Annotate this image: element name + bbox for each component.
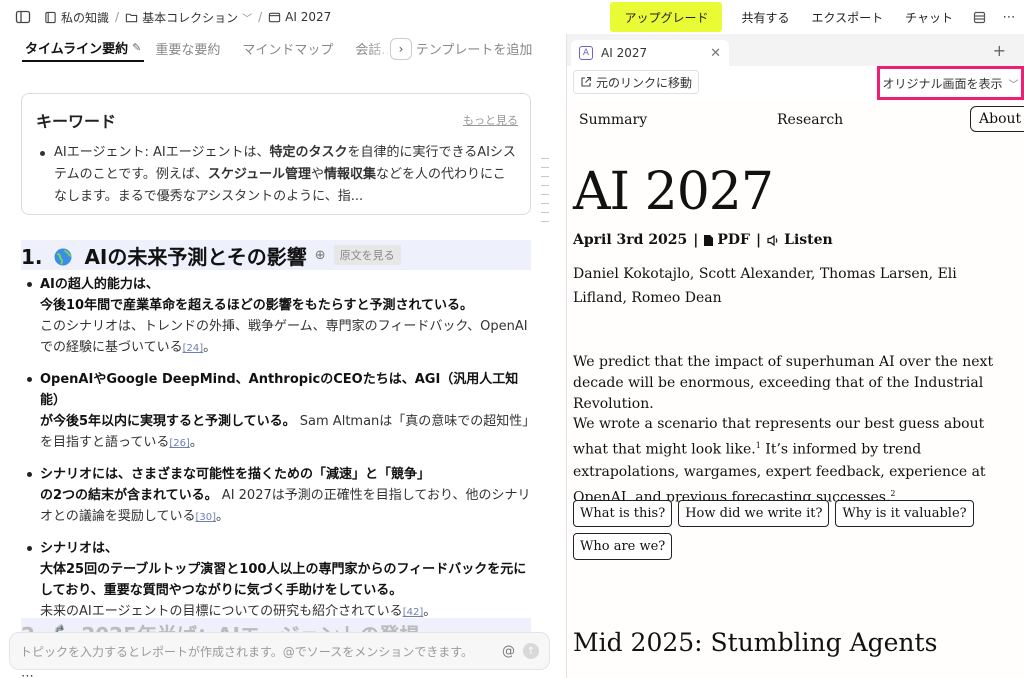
intro-paragraph-1: We predict that the impact of superhuman… bbox=[573, 354, 994, 412]
section-heading-1: 1. AIの未来予測とその影響 ⊕ 原文を見る bbox=[21, 240, 531, 270]
truncated-text: ⋯ bbox=[21, 671, 531, 678]
globe-icon bbox=[54, 248, 72, 265]
zoom-icon[interactable]: ⊕ bbox=[315, 248, 326, 263]
chevron-right-icon[interactable]: › bbox=[390, 38, 412, 60]
tab-key-summary[interactable]: 重要な要約 bbox=[144, 34, 231, 62]
top-actions: アップグレード 共有する エクスポート チャット ⋯ bbox=[610, 0, 1024, 34]
publish-date: April 3rd 2025 bbox=[573, 232, 688, 248]
close-icon[interactable]: ✕ bbox=[710, 46, 721, 61]
browser-tab-bar: A AI 2027 ✕ + bbox=[567, 34, 1024, 66]
outline-scroll-indicator[interactable] bbox=[541, 158, 551, 230]
view-original-dropdown[interactable]: オリジナル画面を表示 ﹀ bbox=[877, 66, 1024, 100]
document-icon bbox=[704, 234, 714, 246]
nav-research-link[interactable]: Research bbox=[777, 112, 843, 128]
sidebar-toggle-icon[interactable] bbox=[8, 2, 38, 32]
bullet-list: AIの超人的能力は、 今後10年間で産業革命を超えるほどの影響をもたらすと予測さ… bbox=[21, 274, 531, 633]
tab-timeline-summary[interactable]: タイムライン要約 ✎ bbox=[22, 34, 145, 62]
source-pane: A AI 2027 ✕ + 元のリンクに移動 オリジナル画面を表示 ﹀ Summ… bbox=[566, 34, 1024, 678]
tabs-fade bbox=[370, 34, 392, 62]
go-to-link-button[interactable]: 元のリンクに移動 bbox=[573, 70, 700, 94]
layout-icon[interactable] bbox=[964, 2, 994, 32]
nav-summary-link[interactable]: Summary bbox=[579, 112, 647, 128]
why-valuable-button[interactable]: Why is it valuable? bbox=[835, 500, 974, 527]
share-button[interactable]: 共有する bbox=[730, 9, 800, 26]
citation-link[interactable]: [30] bbox=[195, 512, 216, 523]
breadcrumb-document[interactable]: AI 2027 bbox=[268, 10, 331, 24]
footnote-link[interactable]: 2 bbox=[890, 489, 895, 498]
who-are-we-button[interactable]: Who are we? bbox=[573, 533, 673, 560]
tab-mindmap[interactable]: マインドマップ bbox=[231, 34, 344, 62]
summary-pane: タイムライン要約✎ 重要な要約 マインドマップ 会話... テンプレートを追加 … bbox=[0, 34, 566, 678]
authors: Daniel Kokotajlo, Scott Alexander, Thoma… bbox=[573, 266, 957, 306]
chevron-down-icon: ﹀ bbox=[242, 13, 253, 25]
breadcrumb-separator: / bbox=[258, 10, 263, 24]
browser-tab[interactable]: A AI 2027 ✕ bbox=[571, 40, 729, 66]
breadcrumb-separator: / bbox=[115, 10, 120, 24]
tab-title: AI 2027 bbox=[601, 46, 648, 60]
favicon-icon: A bbox=[579, 46, 593, 60]
knowledge-icon bbox=[45, 11, 56, 23]
summary-tabs: タイムライン要約✎ 重要な要約 マインドマップ 会話... テンプレートを追加 bbox=[0, 34, 566, 62]
top-bar: 私の知識 / 基本コレクション ﹀ / AI 2027 アップグレード 共有する… bbox=[0, 0, 1024, 34]
pdf-link[interactable]: PDF bbox=[704, 232, 750, 248]
original-webpage: Summary Research About AI 2027 April 3rd… bbox=[567, 100, 1024, 678]
listen-link[interactable]: Listen bbox=[767, 232, 833, 248]
see-more-link[interactable]: もっと見る bbox=[463, 112, 518, 128]
new-tab-icon[interactable]: + bbox=[993, 41, 1006, 60]
citation-link[interactable]: [26] bbox=[169, 438, 190, 449]
list-item: AIの超人的能力は、 今後10年間で産業革命を超えるほどの影響をもたらすと予測さ… bbox=[21, 274, 531, 359]
page-title: AI 2027 bbox=[573, 162, 774, 222]
chat-input[interactable]: トピックを入力するとレポートが作成されます。@でソースをメンションできます。 bbox=[20, 643, 502, 660]
chevron-down-icon: ﹀ bbox=[1008, 79, 1019, 91]
how-written-button[interactable]: How did we write it? bbox=[678, 500, 830, 527]
mention-icon[interactable]: @ bbox=[502, 644, 515, 659]
breadcrumb-knowledge[interactable]: 私の知識 bbox=[44, 9, 109, 26]
citation-link[interactable]: [24] bbox=[183, 343, 204, 354]
send-icon[interactable]: ↑ bbox=[523, 643, 539, 659]
upgrade-button[interactable]: アップグレード bbox=[610, 2, 723, 32]
source-toolbar: 元のリンクに移動 オリジナル画面を表示 ﹀ bbox=[567, 66, 1024, 100]
citation-link[interactable]: [42] bbox=[403, 607, 424, 618]
folder-icon bbox=[125, 13, 138, 22]
speaker-icon bbox=[767, 234, 778, 246]
list-item: OpenAIやGoogle DeepMind、AnthropicのCEOたちは、… bbox=[21, 369, 531, 454]
tab-add-template[interactable]: テンプレートを追加 bbox=[405, 34, 544, 62]
section-heading: Mid 2025: Stumbling Agents bbox=[573, 628, 938, 657]
list-item: シナリオには、さまざまな可能性を描くための「減速」と「競争」 の2つの結末が含ま… bbox=[21, 464, 531, 528]
keyword-card: キーワード もっと見る AIエージェント: AIエージェントは、特定のタスクを自… bbox=[21, 93, 531, 215]
window-icon bbox=[268, 12, 281, 22]
what-is-this-button[interactable]: What is this? bbox=[573, 500, 673, 527]
dateline: April 3rd 2025 | PDF | Listen bbox=[573, 232, 833, 248]
more-icon[interactable]: ⋯ bbox=[994, 2, 1024, 32]
keyword-title: キーワード bbox=[36, 112, 117, 131]
keyword-item: AIエージェント: AIエージェントは、特定のタスクを自律的に実行できるAIシス… bbox=[36, 142, 516, 208]
section-title: 1. AIの未来予測とその影響 bbox=[21, 244, 307, 269]
breadcrumb-collection[interactable]: 基本コレクション ﹀ bbox=[125, 9, 252, 26]
question-buttons: What is this? How did we write it? Why i… bbox=[573, 500, 1013, 560]
breadcrumb: 私の知識 / 基本コレクション ﹀ / AI 2027 bbox=[44, 9, 331, 26]
export-button[interactable]: エクスポート bbox=[800, 9, 894, 26]
intro-paragraph-2: We wrote a scenario that represents our … bbox=[573, 416, 986, 506]
nav-about-button[interactable]: About bbox=[970, 106, 1024, 132]
list-item: シナリオは、 大体25回のテーブルトップ演習と100人以上の専門家からのフィード… bbox=[21, 538, 531, 623]
pin-icon[interactable]: ✎ bbox=[132, 41, 141, 54]
external-link-icon bbox=[581, 76, 592, 87]
chat-input-box[interactable]: トピックを入力するとレポートが作成されます。@でソースをメンションできます。 @… bbox=[9, 632, 550, 670]
view-source-button[interactable]: 原文を見る bbox=[333, 245, 401, 265]
chat-button[interactable]: チャット bbox=[894, 9, 964, 26]
